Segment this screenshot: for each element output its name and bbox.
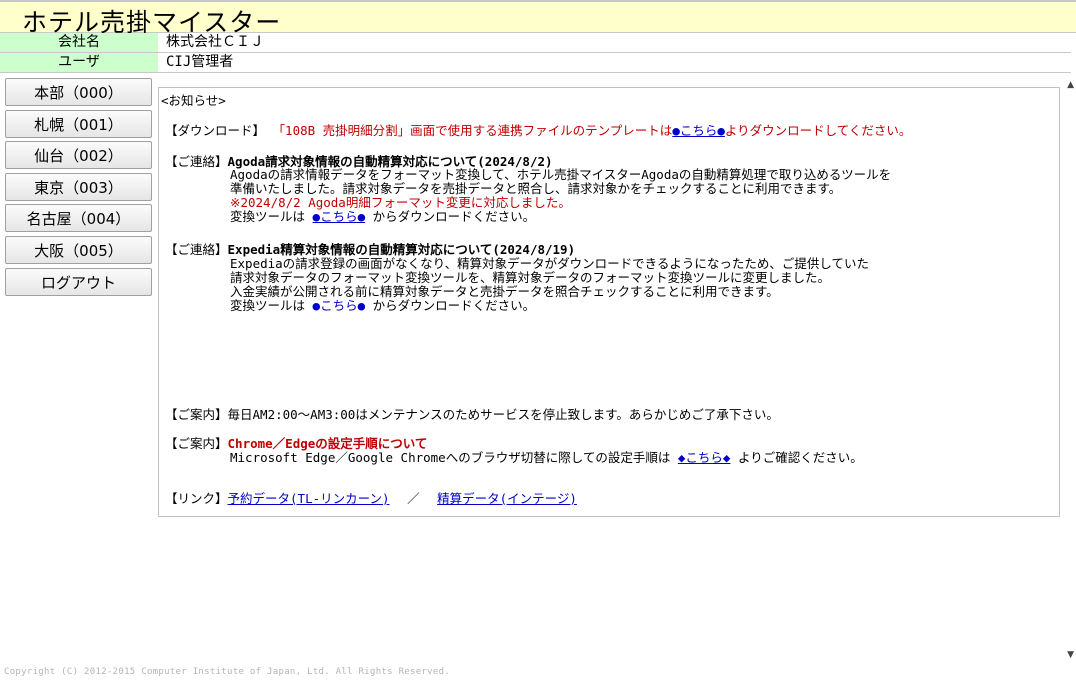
menu-button-sendai[interactable]: 仙台（002） [5, 141, 152, 170]
expedia-line-4: 変換ツールは ●こちら● からダウンロードください。 [230, 299, 869, 313]
agoda-body: Agodaの請求情報データをフォーマット変換して、ホテル売掛マイスターAgoda… [230, 168, 891, 224]
menu-button-osaka[interactable]: 大阪（005） [5, 235, 152, 264]
download-text: 「108B 売掛明細分割」画面で使用する連携ファイルのテンプレートは [272, 123, 673, 138]
browser-tag: 【ご案内】 [165, 436, 228, 451]
download-tag: 【ダウンロード】 [165, 123, 266, 138]
download-template-link[interactable]: ●こちら● [672, 123, 725, 138]
company-value: 株式会社ＣＩＪ [166, 34, 264, 50]
side-menu: 本部（000） 札幌（001） 仙台（002） 東京（003） 名古屋（004）… [5, 78, 152, 299]
maintenance-notice: 【ご案内】毎日AM2:00～AM3:00はメンテナンスのためサービスを停止致しま… [165, 404, 779, 423]
company-label: 会社名 [0, 33, 158, 52]
expedia-title: Expedia精算対象情報の自動精算対応について(2024/8/19) [227, 242, 576, 257]
menu-button-sapporo[interactable]: 札幌（001） [5, 109, 152, 138]
agoda-line-1: Agodaの請求情報データをフォーマット変換して、ホテル売掛マイスターAgoda… [230, 167, 892, 182]
browser-text: Microsoft Edge／Google Chromeへのブラウザ切替に際して… [230, 450, 671, 465]
expedia-body: Expediaの請求登録の画面がなくなり、精算対象データがダウンロードできるよう… [230, 257, 869, 313]
user-label: ユーザ [0, 53, 158, 72]
scroll-up-arrow-icon[interactable]: ▲ [1067, 80, 1074, 90]
download-notice: 【ダウンロード】 「108B 売掛明細分割」画面で使用する連携ファイルのテンプレ… [165, 120, 911, 139]
agoda-line-3: ※2024/8/2 Agoda明細フォーマット変更に対応しました。 [230, 195, 571, 210]
expedia-line-3: 入金実績が公開される前に精算対象データと売掛データを照合チェックすることに利用で… [230, 284, 779, 299]
company-row: 会社名 株式会社ＣＩＪ [0, 33, 1071, 53]
user-row: ユーザ CIJ管理者 [0, 53, 1071, 73]
expedia-tag: 【ご連絡】 [165, 242, 228, 257]
reservation-data-link[interactable]: 予約データ(TL-リンカーン) [228, 491, 390, 506]
agoda-tool-text-after: からダウンロードください。 [372, 209, 536, 224]
agoda-tag: 【ご連絡】 [165, 154, 228, 169]
logout-button[interactable]: ログアウト [5, 267, 152, 296]
user-value: CIJ管理者 [166, 54, 234, 70]
title-bar: ホテル売掛マイスター [0, 0, 1076, 37]
copyright-text: Copyright (C) 2012-2015 Computer Institu… [4, 667, 451, 677]
agoda-line-4: 変換ツールは ●こちら● からダウンロードください。 [230, 210, 891, 224]
notice-panel: <お知らせ> 【ダウンロード】 「108B 売掛明細分割」画面で使用する連携ファ… [158, 87, 1060, 517]
expedia-line-2: 請求対象データのフォーマット変換ツールを、精算対象データのフォーマット変換ツール… [230, 270, 831, 285]
agoda-line-2: 準備いたしました。請求対象データを売掛データと照合し、請求対象かをチェックするこ… [230, 181, 842, 196]
menu-button-honbu[interactable]: 本部（000） [5, 78, 152, 106]
settlement-data-link[interactable]: 精算データ(インテージ) [437, 491, 577, 506]
browser-setup-link[interactable]: ◆こちら◆ [678, 450, 731, 465]
expedia-line-1: Expediaの請求登録の画面がなくなり、精算対象データがダウンロードできるよう… [230, 256, 870, 271]
expedia-tool-text-after: からダウンロードください。 [372, 298, 536, 313]
expedia-tool-link[interactable]: ●こちら● [313, 298, 366, 313]
agoda-tool-link[interactable]: ●こちら● [313, 209, 366, 224]
links-line: 【リンク】予約データ(TL-リンカーン) ／ 精算データ(インテージ) [165, 488, 577, 507]
maintenance-text: 毎日AM2:00～AM3:00はメンテナンスのためサービスを停止致します。あらか… [227, 407, 779, 422]
maintenance-tag: 【ご案内】 [165, 407, 228, 422]
browser-text-after: よりご確認ください。 [737, 450, 863, 465]
links-tag: 【リンク】 [165, 491, 228, 506]
menu-button-tokyo[interactable]: 東京（003） [5, 172, 152, 201]
agoda-tool-text: 変換ツールは [230, 209, 306, 224]
links-separator: ／ [407, 491, 420, 506]
expedia-tool-text: 変換ツールは [230, 298, 306, 313]
notice-header: <お知らせ> [161, 93, 226, 108]
scroll-down-arrow-icon[interactable]: ▼ [1067, 650, 1074, 660]
download-text-after: よりダウンロードしてください。 [724, 123, 912, 138]
browser-body: Microsoft Edge／Google Chromeへのブラウザ切替に際して… [230, 447, 863, 466]
menu-button-nagoya[interactable]: 名古屋（004） [5, 204, 152, 233]
